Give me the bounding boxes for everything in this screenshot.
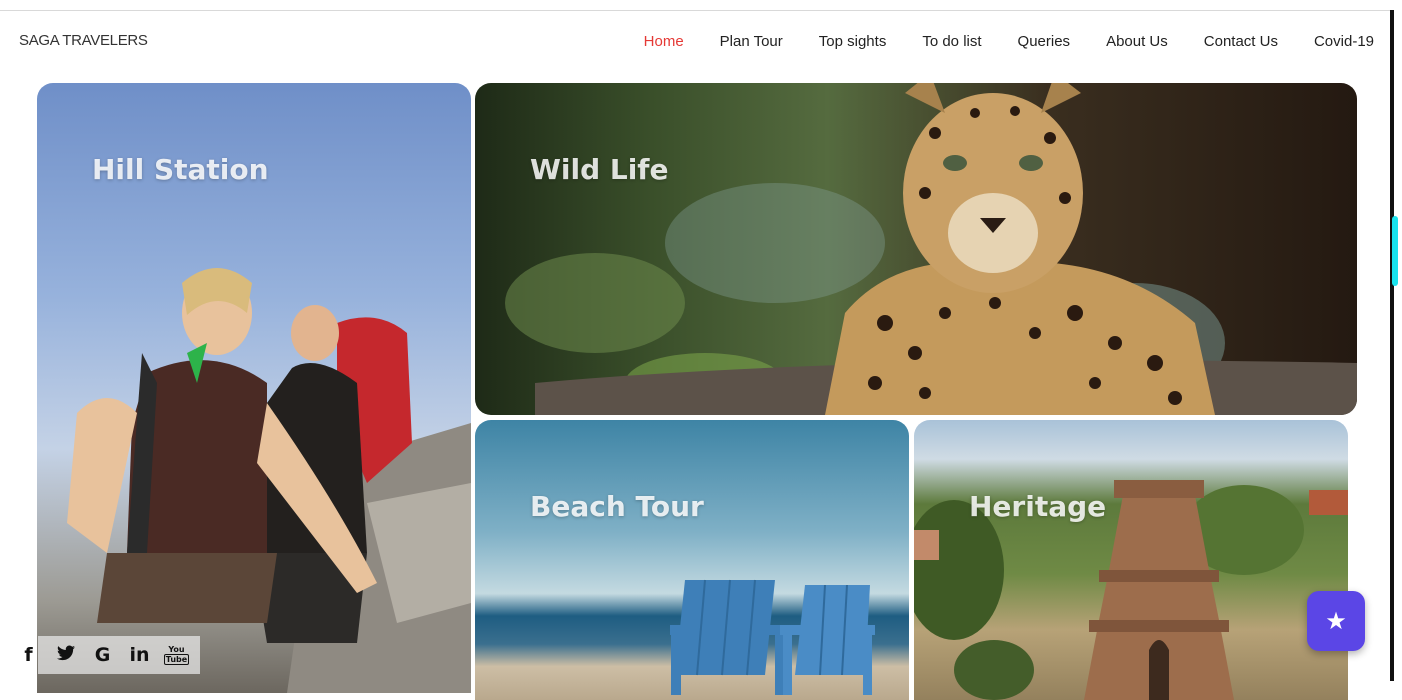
facebook-icon[interactable]: f (10, 644, 47, 666)
social-links-bar: f G in You Tube (10, 636, 200, 674)
nav-top-sights[interactable]: Top sights (819, 33, 887, 50)
tile-beach-tour[interactable]: Beach Tour (475, 420, 909, 700)
twitter-icon[interactable] (47, 644, 84, 666)
tile-wild-life[interactable]: Wild Life (475, 83, 1357, 415)
brand-logo[interactable]: SAGA TRAVELERS (19, 32, 148, 49)
star-icon: ★ (1325, 607, 1347, 635)
beach-chairs-image (670, 579, 875, 695)
temple-image (914, 480, 1348, 700)
nav-plan-tour[interactable]: Plan Tour (720, 33, 783, 50)
nav-queries[interactable]: Queries (1018, 33, 1071, 50)
favorite-fab-button[interactable]: ★ (1307, 591, 1365, 651)
nav-covid-19[interactable]: Covid-19 (1314, 33, 1374, 50)
leopard-image (505, 83, 1357, 415)
main-nav: Home Plan Tour Top sights To do list Que… (644, 33, 1374, 50)
scrollbar-thumb[interactable] (1392, 216, 1398, 286)
header-divider (0, 10, 1390, 11)
tile-title-beach-tour: Beach Tour (530, 490, 704, 523)
tile-title-hill-station: Hill Station (92, 153, 269, 186)
google-icon[interactable]: G (84, 644, 121, 666)
nav-to-do-list[interactable]: To do list (922, 33, 981, 50)
nav-about-us[interactable]: About Us (1106, 33, 1168, 50)
youtube-icon[interactable]: You Tube (158, 645, 195, 665)
tile-heritage[interactable]: Heritage (914, 420, 1348, 700)
youtube-icon-top: You (168, 645, 185, 654)
youtube-icon-bottom: Tube (163, 654, 190, 665)
linkedin-icon[interactable]: in (121, 644, 158, 666)
tile-title-heritage: Heritage (969, 490, 1107, 523)
nav-contact-us[interactable]: Contact Us (1204, 33, 1278, 50)
nav-home[interactable]: Home (644, 33, 684, 50)
tile-hill-station[interactable]: Hill Station (37, 83, 471, 693)
tile-title-wild-life: Wild Life (530, 153, 669, 186)
scrollbar-track[interactable] (1390, 10, 1394, 681)
